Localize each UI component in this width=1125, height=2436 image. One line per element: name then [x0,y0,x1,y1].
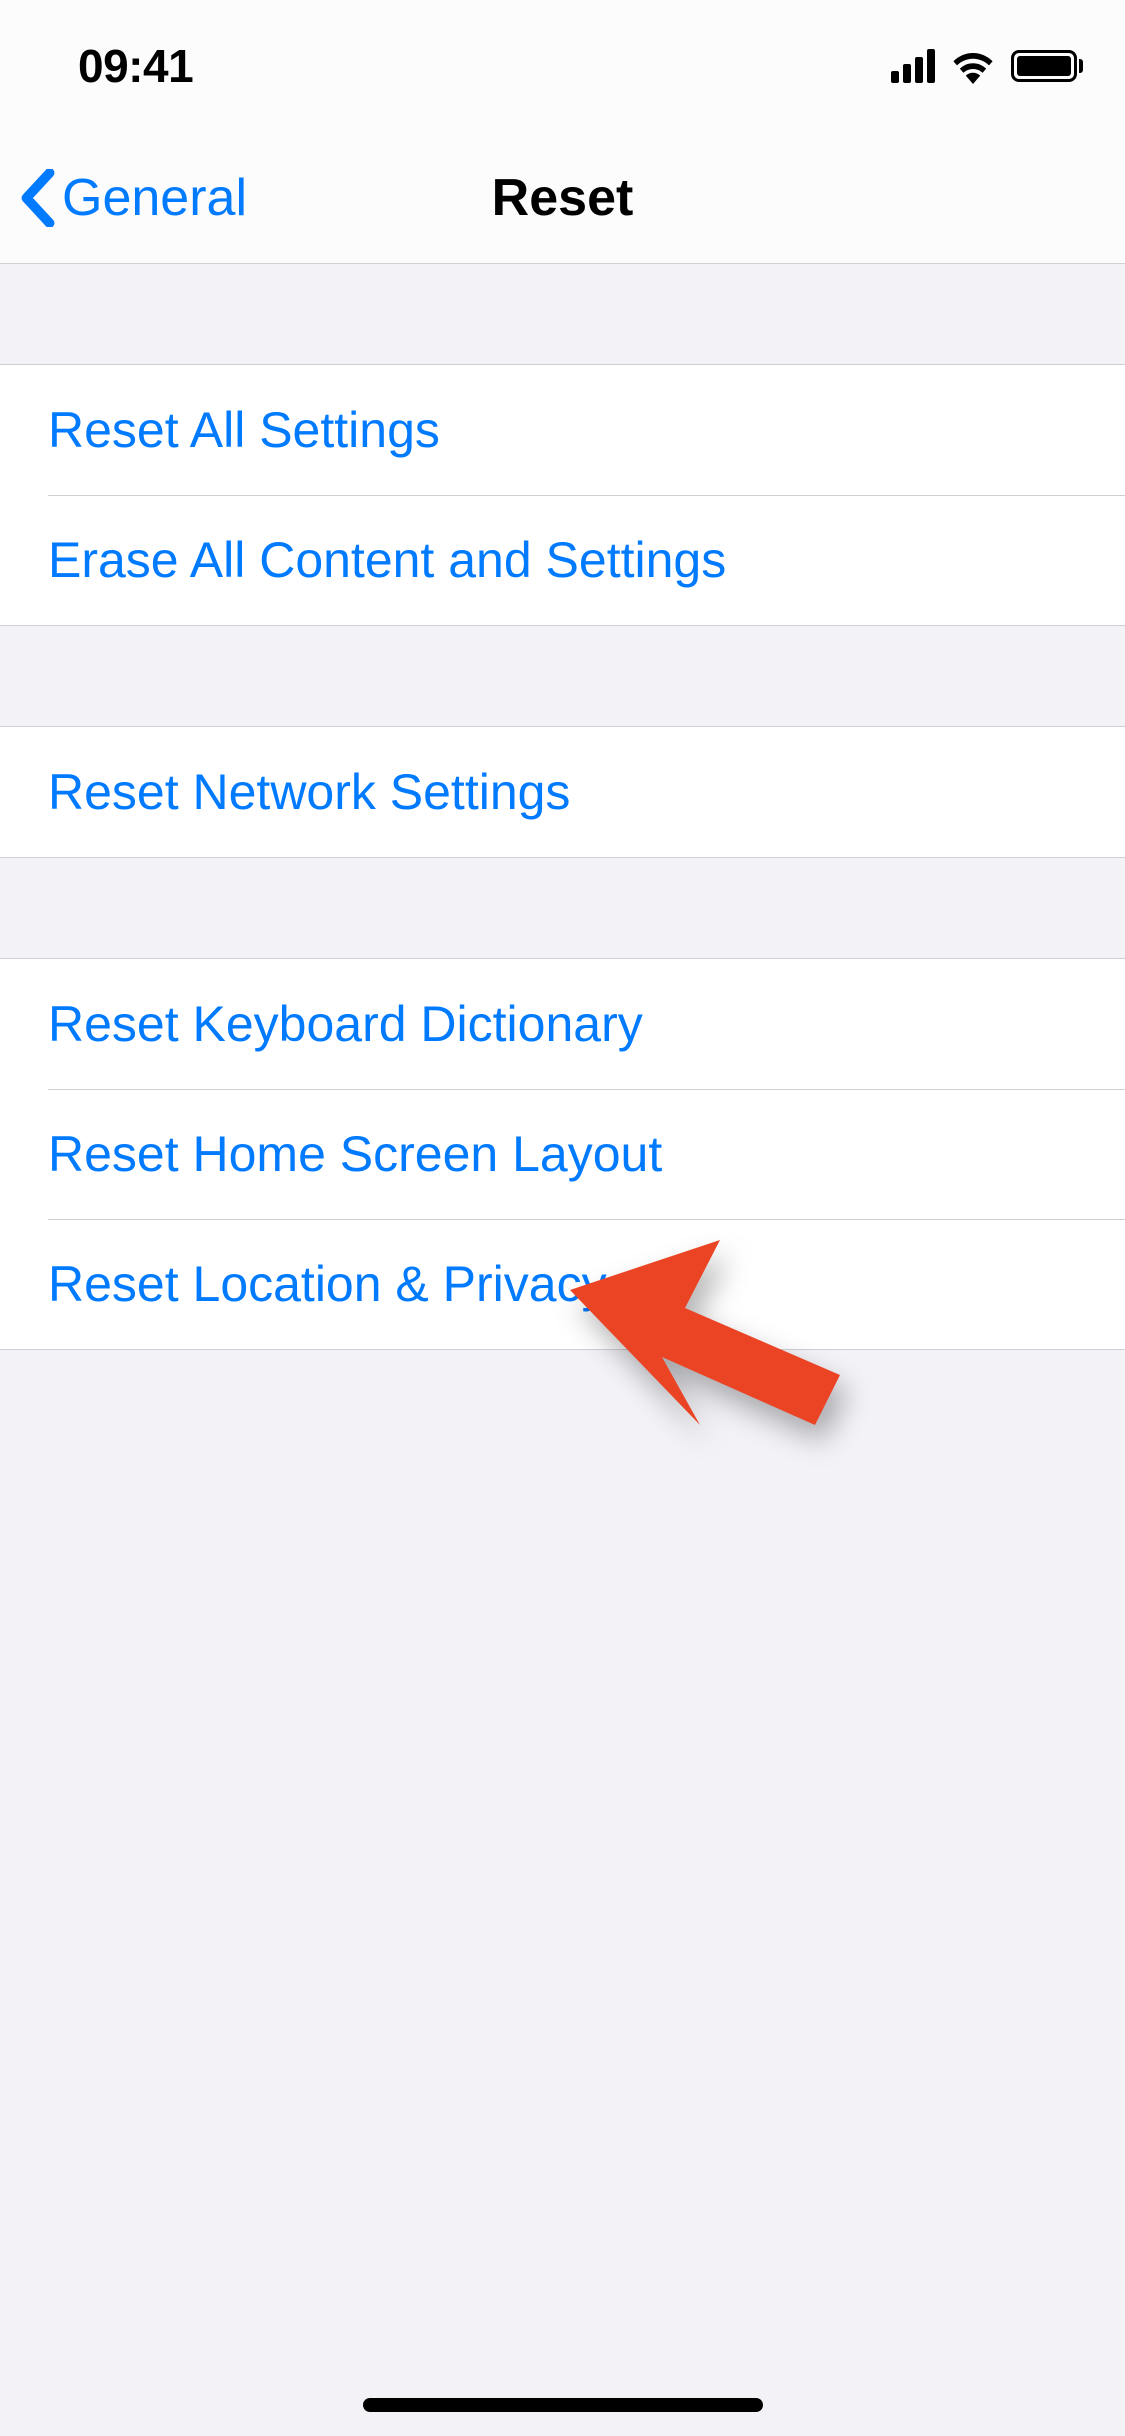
section-reset-network: Reset Network Settings [0,726,1125,858]
row-label: Reset Keyboard Dictionary [48,995,643,1053]
row-label: Reset All Settings [48,401,440,459]
row-label: Reset Network Settings [48,763,570,821]
chevron-left-icon [20,169,56,227]
cellular-signal-icon [891,49,935,83]
wifi-icon [949,48,997,84]
section-reset-other: Reset Keyboard Dictionary Reset Home Scr… [0,958,1125,1350]
section-gap [0,858,1125,958]
section-gap [0,626,1125,726]
row-reset-network-settings[interactable]: Reset Network Settings [0,727,1125,857]
page-title: Reset [492,168,634,228]
row-label: Reset Location & Privacy [48,1255,607,1313]
row-erase-all-content[interactable]: Erase All Content and Settings [0,495,1125,625]
back-label: General [62,168,247,228]
section-reset-main: Reset All Settings Erase All Content and… [0,364,1125,626]
status-icons [891,48,1083,84]
nav-bar: General Reset [0,132,1125,264]
row-label: Erase All Content and Settings [48,531,726,589]
status-bar: 09:41 [0,0,1125,132]
battery-icon [1011,50,1083,82]
row-label: Reset Home Screen Layout [48,1125,662,1183]
row-reset-home-screen-layout[interactable]: Reset Home Screen Layout [0,1089,1125,1219]
home-indicator[interactable] [363,2398,763,2412]
row-reset-keyboard-dictionary[interactable]: Reset Keyboard Dictionary [0,959,1125,1089]
section-gap [0,264,1125,364]
row-reset-location-privacy[interactable]: Reset Location & Privacy [0,1219,1125,1349]
status-time: 09:41 [78,39,193,93]
row-reset-all-settings[interactable]: Reset All Settings [0,365,1125,495]
back-button[interactable]: General [20,168,247,228]
